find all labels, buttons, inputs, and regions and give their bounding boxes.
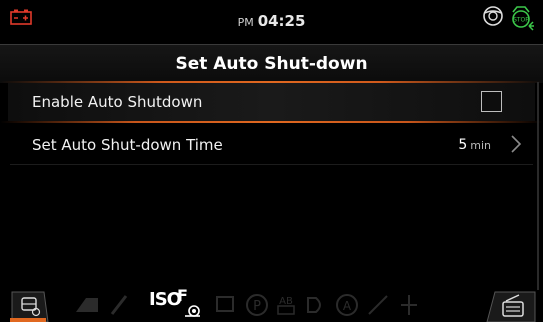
bottom-bar: ISO F P AB A: [0, 286, 543, 322]
svg-text:A: A: [343, 299, 352, 313]
clock: PM 04:25: [0, 12, 543, 30]
status-icons: STOP: [481, 4, 535, 32]
page-title: Set Auto Shut-down: [175, 54, 368, 74]
svg-text:STOP: STOP: [513, 17, 529, 24]
row-separator: [10, 164, 533, 165]
enable-auto-shutdown-label: Enable Auto Shutdown: [32, 93, 203, 111]
parking-icon: P: [246, 294, 268, 316]
shutdown-time-number: 5: [458, 137, 468, 153]
shutdown-time-unit: min: [470, 139, 491, 152]
a-icon: A: [336, 294, 358, 316]
clock-time: 04:25: [257, 12, 306, 30]
shutdown-time-label: Set Auto Shut-down Time: [32, 136, 223, 154]
light-icon: [307, 297, 321, 313]
svg-text:P: P: [253, 299, 261, 314]
chevron-right-icon: [511, 135, 522, 153]
steering-warning-icon: [483, 6, 503, 26]
engine-stop-icon: STOP: [512, 6, 534, 31]
shutdown-time-row[interactable]: Set Auto Shut-down Time 5 min: [8, 126, 535, 164]
active-tab-indicator: [10, 318, 46, 322]
scrollbar[interactable]: [537, 82, 539, 294]
status-bar: PM 04:25 STOP: [0, 0, 543, 44]
radio-icon[interactable]: [481, 290, 539, 322]
snail-icon: [185, 305, 200, 317]
clock-ampm: PM: [237, 16, 254, 29]
dim-icon-3: [401, 295, 417, 315]
enable-auto-shutdown-row[interactable]: Enable Auto Shutdown: [8, 83, 535, 121]
title-bar: Set Auto Shut-down: [0, 44, 543, 83]
enable-auto-shutdown-checkbox[interactable]: [481, 91, 502, 112]
implement-icon: [76, 298, 98, 312]
hitch-icon: [110, 295, 128, 315]
shutdown-time-value: 5 min: [458, 137, 491, 153]
row-highlight-divider: [0, 121, 543, 123]
ab-icon: AB: [277, 296, 295, 315]
dim-icon-2: [368, 295, 388, 315]
dim-icon-1: [216, 296, 234, 312]
f-label: F: [177, 286, 188, 305]
